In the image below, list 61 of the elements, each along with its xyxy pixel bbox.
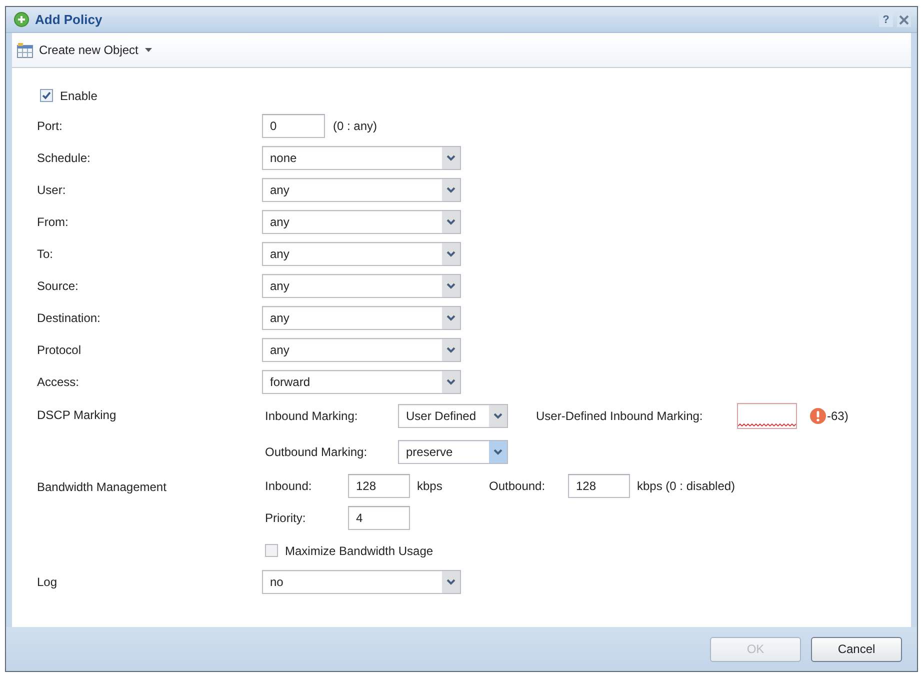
dropdown-select[interactable]: none (262, 146, 461, 170)
chevron-down-icon (442, 371, 460, 393)
form-label: Inbound Marking: (264, 409, 359, 423)
form-label: Schedule: (37, 151, 92, 165)
dropdown-select[interactable]: no (262, 570, 461, 594)
form-label: User: (37, 183, 67, 197)
dropdown-select[interactable]: any (262, 306, 461, 330)
section-label: Bandwidth Management (37, 479, 168, 496)
hint-text: (0 : any) (333, 119, 378, 133)
maximize-checkbox[interactable] (265, 544, 278, 557)
section-label: DSCP Marking (37, 407, 118, 424)
checkbox-label: Maximize Bandwidth Usage (285, 544, 434, 558)
form-label: Priority: (264, 511, 307, 525)
chevron-down-icon (442, 307, 460, 329)
dialog-title: Add Policy (35, 12, 102, 27)
dropdown-select[interactable]: any (262, 242, 461, 266)
form-label: User-Defined Inbound Marking: (535, 409, 704, 423)
chevron-down-icon (442, 570, 460, 592)
chevron-down-icon (442, 211, 460, 233)
form-label: Port: (37, 119, 64, 133)
form-label: Destination: (37, 311, 102, 325)
text-input[interactable]: 4 (348, 506, 410, 530)
error-icon (810, 408, 826, 424)
chevron-down-icon (442, 179, 460, 201)
form-label: Outbound Marking: (264, 445, 368, 459)
unit-text: kbps (417, 479, 444, 493)
dropdown-select[interactable]: any (262, 210, 461, 234)
form-label: Protocol (37, 343, 82, 357)
unit-text: kbps (0 : disabled) (637, 479, 736, 493)
text-input[interactable] (737, 403, 797, 429)
dropdown-select[interactable]: any (262, 338, 461, 362)
wavy-underline-icon (738, 423, 796, 427)
text-input[interactable]: 128 (568, 474, 630, 498)
create-object-menu[interactable]: Create new Object (14, 40, 156, 60)
dropdown-select[interactable]: preserve (398, 440, 508, 464)
chevron-down-icon (442, 275, 460, 297)
caret-icon (145, 48, 152, 52)
enable-checkbox[interactable] (40, 89, 53, 102)
plus-circle-icon (14, 12, 29, 27)
form-label: From: (37, 215, 70, 229)
chevron-down-icon (442, 243, 460, 265)
form-label: Inbound: (264, 479, 313, 493)
form-label: Access: (37, 375, 80, 389)
form-label: Log (37, 574, 58, 588)
close-icon[interactable] (897, 12, 911, 26)
dropdown-select[interactable]: any (262, 274, 461, 298)
text-input[interactable]: 0 (262, 114, 325, 138)
dropdown-select[interactable]: any (262, 178, 461, 202)
dropdown-select[interactable]: User Defined (398, 404, 508, 428)
dialog-button[interactable]: Cancel (811, 636, 902, 662)
text-input[interactable]: 128 (348, 474, 410, 498)
form-label: Outbound: (488, 479, 546, 493)
chevron-down-icon (442, 339, 460, 361)
range-hint-text: -63) (827, 409, 848, 423)
table-icon (17, 42, 33, 58)
chevron-down-icon (442, 147, 460, 169)
help-button[interactable]: ? (879, 12, 893, 26)
dropdown-select[interactable]: forward (262, 370, 461, 394)
form-label: Source: (37, 279, 80, 293)
checkbox-label: Enable (60, 88, 98, 102)
form-label: To: (37, 247, 54, 261)
